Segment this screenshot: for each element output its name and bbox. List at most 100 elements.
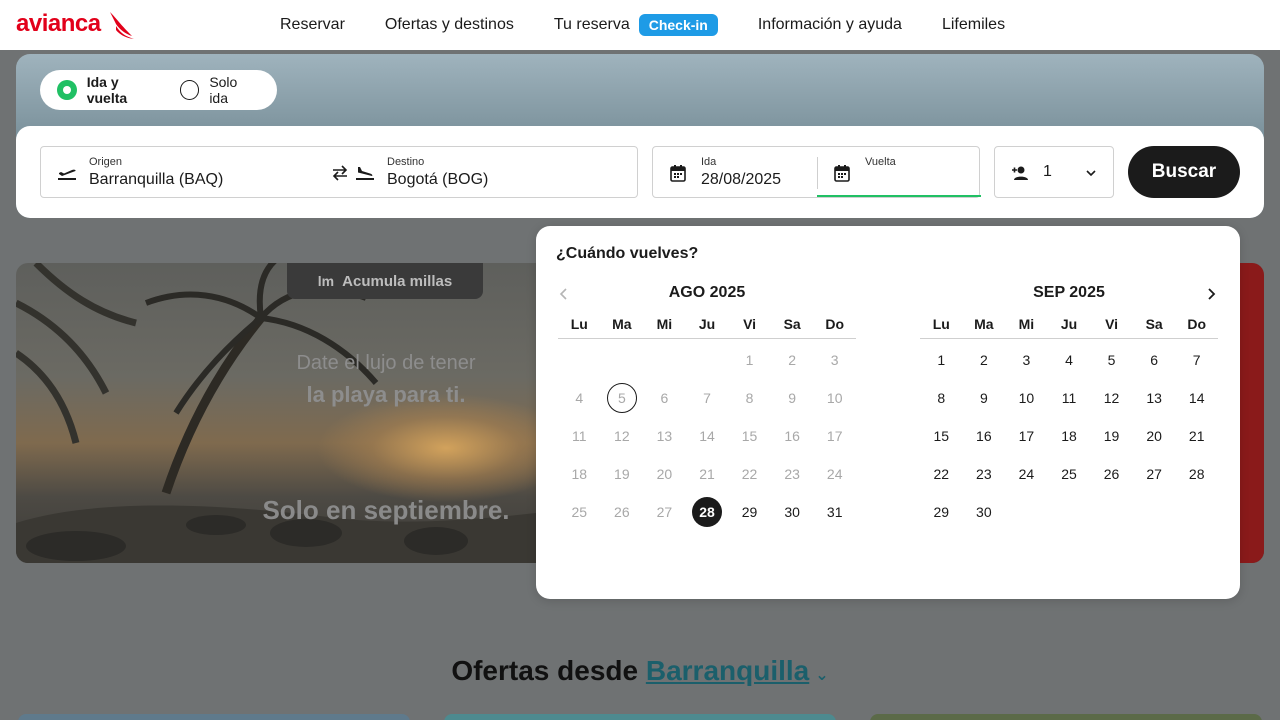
chevron-down-icon[interactable]: ⌄	[815, 667, 828, 684]
day-cell[interactable]: 7	[1175, 341, 1218, 379]
day-cell[interactable]: 6	[1133, 341, 1176, 379]
day-cell[interactable]: 26	[1090, 455, 1133, 493]
radio-one-way[interactable]	[179, 80, 200, 100]
day-number: 5	[606, 383, 637, 413]
day-cell[interactable]: 18	[1048, 417, 1091, 455]
offer-card-2[interactable]	[444, 714, 836, 720]
day-cell[interactable]: 8	[920, 379, 963, 417]
day-cell[interactable]: 3	[1005, 341, 1048, 379]
day-cell[interactable]: 5	[1090, 341, 1133, 379]
swap-icon[interactable]	[330, 163, 350, 183]
day-number: 13	[1146, 390, 1162, 406]
day-cell: 16	[771, 417, 814, 455]
date-divider	[817, 157, 818, 189]
day-cell: 12	[601, 417, 644, 455]
day-selected[interactable]: 28	[686, 493, 729, 531]
day-number: 6	[660, 390, 669, 406]
origin-input[interactable]: Barranquilla (BAQ)	[89, 171, 223, 189]
day-number: 17	[826, 428, 843, 444]
day-cell[interactable]: 14	[1175, 379, 1218, 417]
checkin-badge[interactable]: Check-in	[638, 14, 718, 36]
day-cell[interactable]: 20	[1133, 417, 1176, 455]
day-cell[interactable]: 19	[1090, 417, 1133, 455]
day-number: 24	[826, 466, 843, 482]
day-cell[interactable]: 31	[813, 493, 856, 531]
day-number: 14	[699, 428, 715, 444]
offers-city-link[interactable]: Barranquilla	[646, 655, 809, 686]
day-number: 29	[933, 504, 950, 520]
day-number: 4	[575, 390, 584, 406]
day-cell[interactable]: 1	[920, 341, 963, 379]
day-cell[interactable]: 11	[1048, 379, 1091, 417]
day-cell[interactable]: 12	[1090, 379, 1133, 417]
nav-ofertas-y-destinos[interactable]: Ofertas y destinos	[385, 16, 514, 34]
weekday: Ma	[974, 316, 994, 332]
day-cell[interactable]: 2	[963, 341, 1006, 379]
day-cell: 24	[813, 455, 856, 493]
day-cell[interactable]: 15	[920, 417, 963, 455]
nav-label: Información y ayuda	[757, 16, 902, 33]
day-cell[interactable]: 28	[1175, 455, 1218, 493]
day-cell[interactable]: 10	[1005, 379, 1048, 417]
nav-reservar[interactable]: Reservar	[280, 16, 345, 34]
day-cell[interactable]: 21	[1175, 417, 1218, 455]
day-number: 3	[1022, 352, 1031, 368]
day-cell[interactable]: 22	[920, 455, 963, 493]
offers-prefix: Ofertas desde	[451, 655, 639, 686]
weekday: Lu	[932, 316, 950, 332]
weekday: Do	[1187, 316, 1207, 332]
origin-destination-field: Origen Barranquilla (BAQ) Destino Bogotá…	[40, 146, 638, 198]
calendar-question: ¿Cuándo vuelves?	[556, 245, 699, 262]
nav-informacion-y-ayuda[interactable]: Información y ayuda	[758, 16, 902, 34]
day-number: 11	[1061, 390, 1077, 406]
badge-text: Acumula millas	[342, 272, 453, 290]
day-cell[interactable]: 17	[1005, 417, 1048, 455]
dates-field: Ida 28/08/2025 Vuelta	[652, 146, 981, 198]
day-cell: 23	[771, 455, 814, 493]
day-cell[interactable]: 29	[728, 493, 771, 531]
passengers-selector[interactable]: 1	[994, 146, 1114, 198]
nav-label: Reservar	[280, 16, 345, 33]
day-cell[interactable]: 23	[963, 455, 1006, 493]
day-cell: 20	[643, 455, 686, 493]
depart-date-input[interactable]: 28/08/2025	[701, 171, 781, 189]
one-way-label[interactable]: Solo ida	[209, 74, 259, 106]
day-cell[interactable]: 29	[920, 493, 963, 531]
day-cell[interactable]: 13	[1133, 379, 1176, 417]
day-cell: 21	[686, 455, 729, 493]
nav-label: Tu reserva	[553, 16, 630, 33]
day-number: 20	[656, 466, 673, 482]
day-cell[interactable]: 30	[771, 493, 814, 531]
nav-lifemiles[interactable]: Lifemiles	[942, 16, 1005, 34]
day-cell[interactable]: 4	[1048, 341, 1091, 379]
day-cell[interactable]: 16	[963, 417, 1006, 455]
main-nav: Reservar Ofertas y destinos Tu reserva C…	[280, 0, 1045, 50]
day-number: 23	[976, 466, 992, 482]
avianca-logo[interactable]: avianca	[16, 10, 101, 38]
day-cell[interactable]: 25	[1048, 455, 1091, 493]
offer-card-3[interactable]	[870, 714, 1262, 720]
nav-tu-reserva[interactable]: Tu reserva Check-in	[554, 14, 718, 36]
radio-round-trip[interactable]	[57, 80, 77, 100]
offer-card-1[interactable]	[18, 714, 410, 720]
day-cell[interactable]: 27	[1133, 455, 1176, 493]
day-number: 28	[691, 497, 722, 527]
day-cell[interactable]: 30	[963, 493, 1006, 531]
month-title: AGO 2025	[668, 284, 746, 301]
day-cell[interactable]: 24	[1005, 455, 1048, 493]
day-number: 16	[784, 428, 800, 444]
chevron-down-icon	[1086, 170, 1096, 177]
destination-input[interactable]: Bogotá (BOG)	[387, 171, 488, 189]
search-button[interactable]: Buscar	[1128, 146, 1240, 198]
day-cell: 14	[686, 417, 729, 455]
day-number: 7	[1192, 352, 1201, 368]
day-number: 22	[741, 466, 758, 482]
day-cell[interactable]: 9	[963, 379, 1006, 417]
weekday: Mi	[1018, 316, 1035, 332]
day-cell: 9	[771, 379, 814, 417]
day-number: 12	[614, 428, 630, 444]
round-trip-label[interactable]: Ida y vuelta	[87, 74, 162, 106]
day-cell: 7	[686, 379, 729, 417]
add-passenger-icon	[1012, 166, 1028, 180]
day-number: 13	[656, 428, 673, 444]
